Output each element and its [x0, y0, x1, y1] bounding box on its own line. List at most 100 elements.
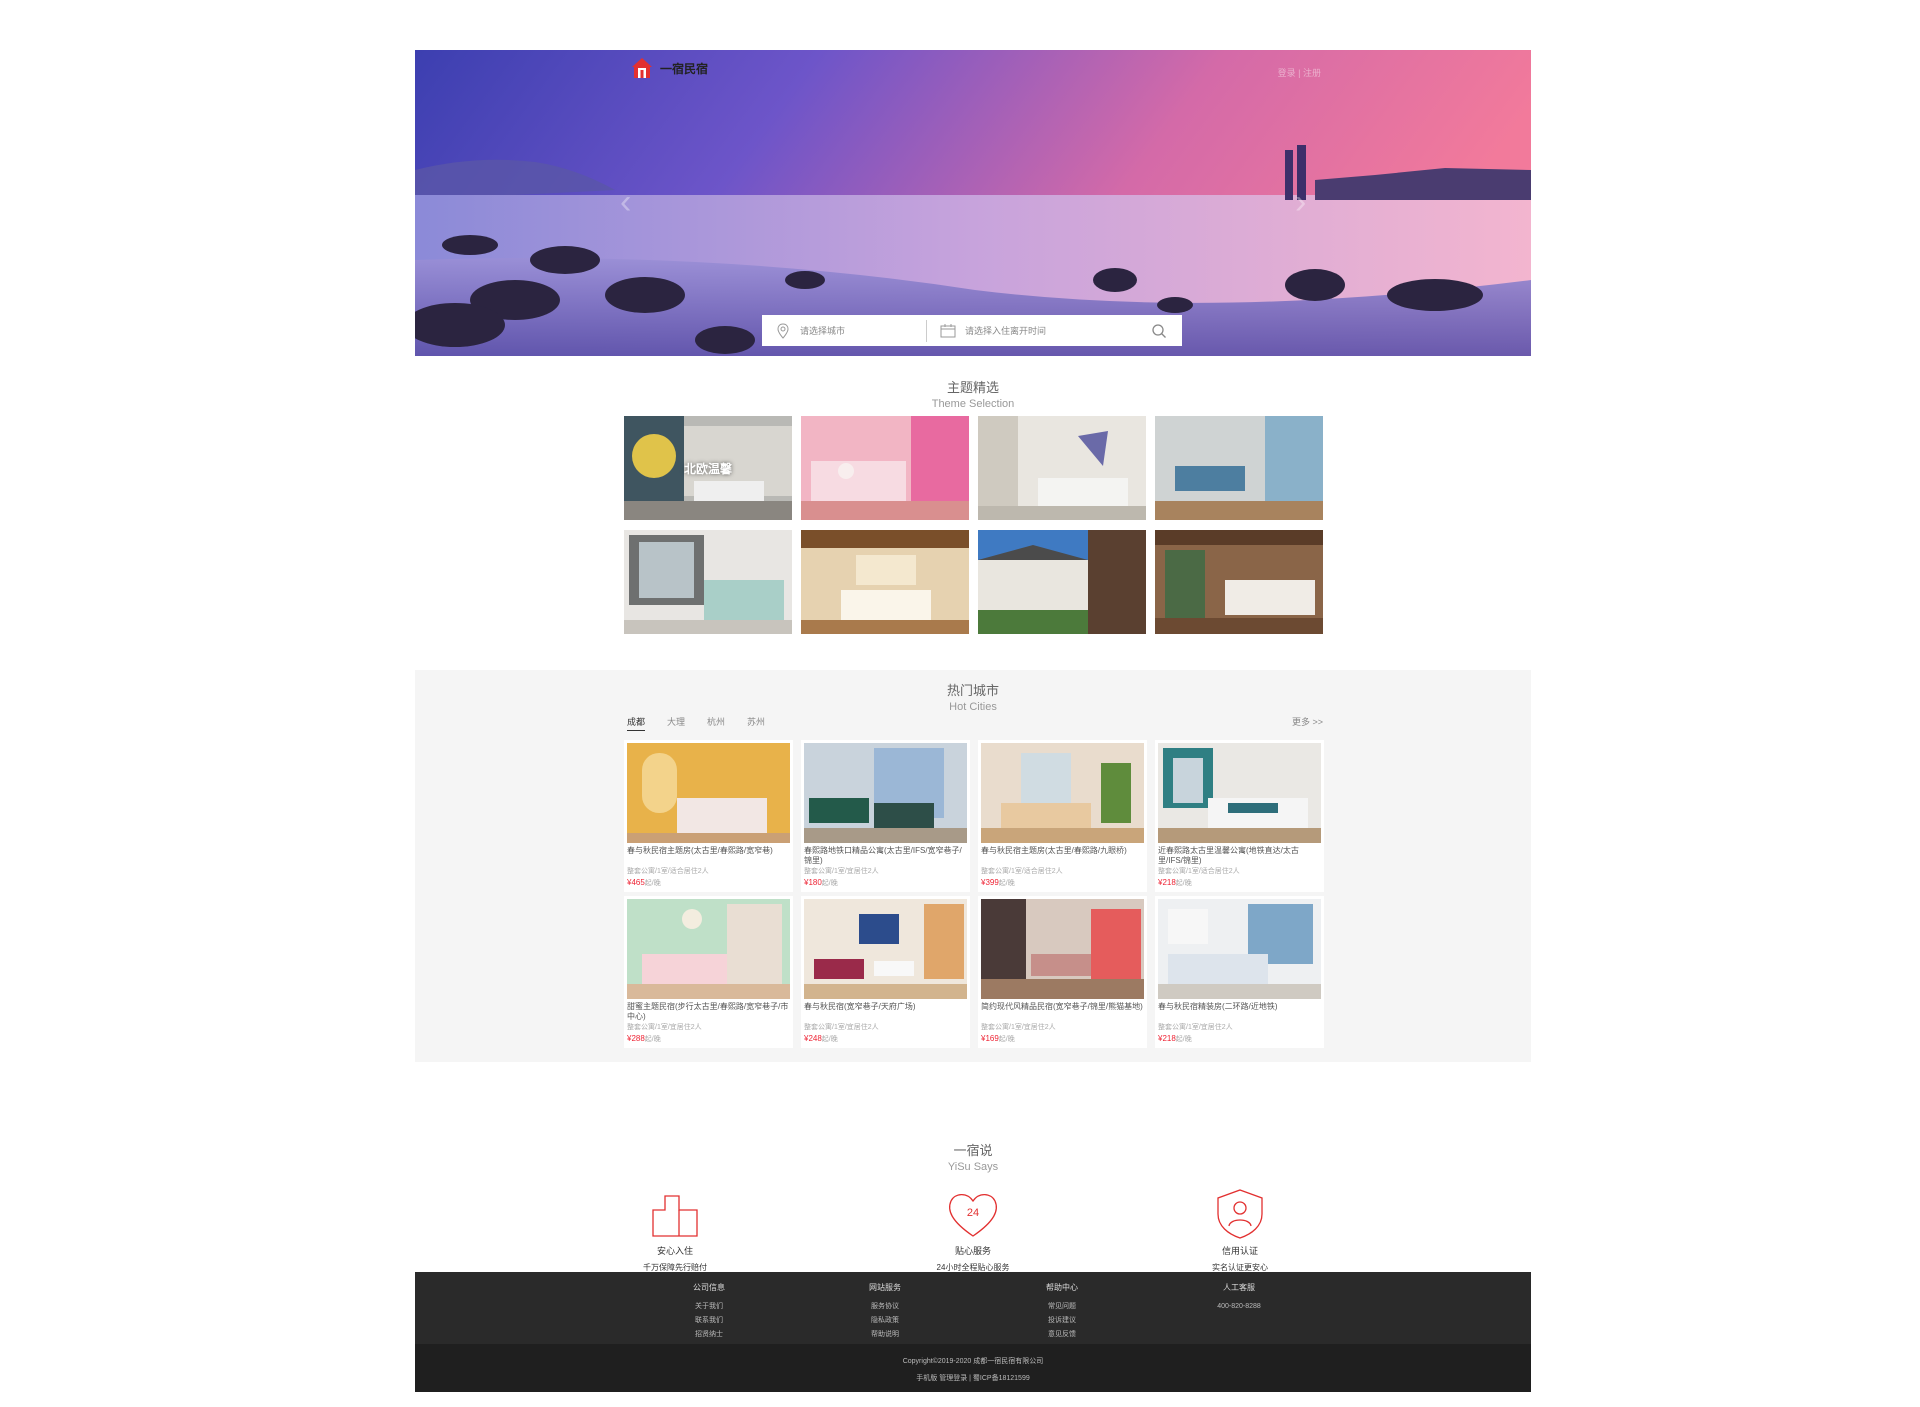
listing-card[interactable]: 春与秋民宿精装房(二环路/近地铁) 整套公寓/1室/宜居住2人 ¥218起/晚: [1155, 896, 1324, 1048]
footer-link[interactable]: 联系我们: [659, 1314, 759, 1328]
listing-grid: 春与秋民宿主题房(太古里/春熙路/宽窄巷) 整套公寓/1室/适合居住2人 ¥46…: [624, 740, 1324, 1048]
listing-subtitle: 整套公寓/1室/宜居住2人: [981, 1024, 1056, 1031]
page: 一宿民宿 登录 | 注册 ‹ › 请选择城市 请选择入住离开时间 主题精选 Th…: [415, 50, 1531, 1392]
footer-link[interactable]: 服务协议: [835, 1300, 935, 1314]
listing-card[interactable]: 春熙路地铁口精品公寓(太古里/IFS/宽窄巷子/锦里) 整套公寓/1室/宜居住2…: [801, 740, 970, 892]
footer-col-company: 公司信息 关于我们 联系我们 招贤纳士: [659, 1282, 759, 1342]
footer-link[interactable]: 意见反馈: [1012, 1328, 1112, 1342]
hot-title-en: Hot Cities: [949, 701, 997, 713]
carousel-prev-arrow[interactable]: ‹: [620, 185, 631, 219]
listing-photo: [804, 899, 967, 999]
price-value: ¥248: [804, 1034, 822, 1043]
search-icon: [1152, 323, 1166, 338]
login-register-link[interactable]: 登录 | 注册: [1278, 66, 1321, 79]
feature-title: 贴心服务: [954, 1246, 991, 1256]
tab-dali[interactable]: 大理: [667, 715, 685, 731]
listing-photo: [981, 743, 1144, 843]
icp-line[interactable]: 手机版 管理登录 | 蜀ICP备18121599: [415, 1373, 1531, 1383]
price-unit: 起/晚: [1175, 1036, 1192, 1043]
price-value: ¥465: [627, 878, 645, 887]
support-phone[interactable]: 400-820-8288: [1189, 1300, 1289, 1314]
footer: 公司信息 关于我们 联系我们 招贤纳士 网站服务 服务协议 隐私政策 帮助说明 …: [415, 1272, 1531, 1392]
theme-item[interactable]: [978, 530, 1146, 634]
footer-col-help: 帮助中心 常见问题 投诉建议 意见反馈: [1012, 1282, 1112, 1342]
listing-card[interactable]: 简约现代风精品民宿(宽窄巷子/锦里/熊猫基地) 整套公寓/1室/宜居住2人 ¥1…: [978, 896, 1147, 1048]
listing-photo: [804, 743, 967, 843]
copyright: Copyright©2019-2020 成都一宿民宿有限公司: [902, 1358, 1044, 1365]
theme-item[interactable]: [624, 530, 792, 634]
listing-card[interactable]: 春与秋民宿主题房(太古里/春熙路/九眼桥) 整套公寓/1室/适合居住2人 ¥39…: [978, 740, 1147, 892]
room-photo: [978, 530, 1146, 634]
listing-subtitle: 整套公寓/1室/适合居住2人: [1158, 868, 1240, 875]
room-photo: [1155, 530, 1323, 634]
listing-card[interactable]: 春与秋民宿(宽窄巷子/天府广场) 整套公寓/1室/宜居住2人 ¥248起/晚: [801, 896, 970, 1048]
logo-text: 一宿民宿: [660, 61, 709, 76]
price-value: ¥218: [1158, 1034, 1176, 1043]
listing-photo: [981, 899, 1144, 999]
footer-link[interactable]: 常见问题: [1012, 1300, 1112, 1314]
building-icon: [652, 1195, 698, 1237]
footer-link[interactable]: 隐私政策: [835, 1314, 935, 1328]
footer-heading: 网站服务: [869, 1283, 901, 1292]
theme-grid: 北欧温馨: [624, 416, 1323, 634]
logo[interactable]: 一宿民宿: [630, 56, 708, 80]
theme-item[interactable]: 北欧温馨: [624, 416, 792, 520]
room-photo: [801, 416, 969, 520]
hero-image: [415, 50, 1531, 356]
listing-subtitle: 整套公寓/1室/宜居住2人: [804, 1024, 879, 1031]
theme-item[interactable]: [801, 416, 969, 520]
price-value: ¥180: [804, 878, 822, 887]
listing-photo: [1158, 899, 1321, 999]
heart-24-icon: 24: [949, 1193, 997, 1237]
search-button[interactable]: [1146, 318, 1172, 344]
listing-photo: [627, 743, 790, 843]
city-select[interactable]: 请选择城市: [762, 319, 927, 342]
listing-subtitle: 整套公寓/1室/适合居住2人: [627, 868, 709, 875]
theme-section-heading: 主题精选 Theme Selection: [415, 377, 1531, 410]
footer-link[interactable]: 招贤纳士: [659, 1328, 759, 1342]
listing-photo: [1158, 743, 1321, 843]
more-link[interactable]: 更多 >>: [1292, 715, 1323, 728]
footer-link[interactable]: 投诉建议: [1012, 1314, 1112, 1328]
listing-title: 春与秋民宿(宽窄巷子/天府广场): [804, 1002, 916, 1011]
listing-title: 春与秋民宿主题房(太古里/春熙路/九眼桥): [981, 846, 1127, 855]
listing-subtitle: 整套公寓/1室/宜居住2人: [627, 1024, 702, 1031]
listing-price: ¥248起/晚: [804, 1034, 967, 1044]
price-unit: 起/晚: [821, 1036, 838, 1043]
footer-col-service: 网站服务 服务协议 隐私政策 帮助说明: [835, 1282, 935, 1342]
tab-suzhou[interactable]: 苏州: [747, 715, 765, 731]
listing-title: 简约现代风精品民宿(宽窄巷子/锦里/熊猫基地): [981, 1002, 1143, 1011]
feature-title: 信用认证: [1221, 1246, 1258, 1256]
room-photo: [624, 530, 792, 634]
date-select[interactable]: 请选择入住离开时间: [927, 315, 1146, 346]
footer-col-support: 人工客服 400-820-8288: [1189, 1282, 1289, 1314]
tab-chengdu[interactable]: 成都: [627, 715, 646, 731]
listing-card[interactable]: 甜蜜主题民宿(步行太古里/春熙路/宽窄巷子/市中心) 整套公寓/1室/宜居住2人…: [624, 896, 793, 1048]
theme-item[interactable]: [801, 530, 969, 634]
price-unit: 起/晚: [998, 880, 1015, 887]
listing-price: ¥218起/晚: [1158, 878, 1321, 888]
listing-title: 甜蜜主题民宿(步行太古里/春熙路/宽窄巷子/市中心): [627, 1002, 789, 1021]
theme-item[interactable]: [978, 416, 1146, 520]
says-title-en: YiSu Says: [947, 1161, 999, 1173]
listing-price: ¥218起/晚: [1158, 1034, 1321, 1044]
hero-banner: 一宿民宿 登录 | 注册 ‹ › 请选择城市 请选择入住离开时间: [415, 50, 1531, 356]
listing-card[interactable]: 春与秋民宿主题房(太古里/春熙路/宽窄巷) 整套公寓/1室/适合居住2人 ¥46…: [624, 740, 793, 892]
listing-price: ¥465起/晚: [627, 878, 790, 888]
hot-cities-heading: 热门城市 Hot Cities: [415, 680, 1531, 713]
feature-title: 安心入住: [656, 1246, 693, 1256]
room-photo: [978, 416, 1146, 520]
theme-item[interactable]: [1155, 416, 1323, 520]
feature-safe-stay: 安心入住 千万保障先行赔付: [605, 1188, 745, 1273]
carousel-next-arrow[interactable]: ›: [1295, 185, 1306, 219]
footer-link[interactable]: 关于我们: [659, 1300, 759, 1314]
theme-label: 北欧温馨: [683, 461, 732, 476]
footer-link[interactable]: 帮助说明: [835, 1328, 935, 1342]
listing-card[interactable]: 近春熙路太古里温馨公寓(地铁直达/太古里/IFS/锦里) 整套公寓/1室/适合居…: [1155, 740, 1324, 892]
tab-hangzhou[interactable]: 杭州: [707, 715, 725, 731]
calendar-icon: [940, 323, 956, 337]
theme-title-cn: 主题精选: [946, 380, 999, 395]
theme-item[interactable]: [1155, 530, 1323, 634]
hot-title-cn: 热门城市: [946, 683, 999, 698]
listing-title: 近春熙路太古里温馨公寓(地铁直达/太古里/IFS/锦里): [1158, 846, 1299, 865]
